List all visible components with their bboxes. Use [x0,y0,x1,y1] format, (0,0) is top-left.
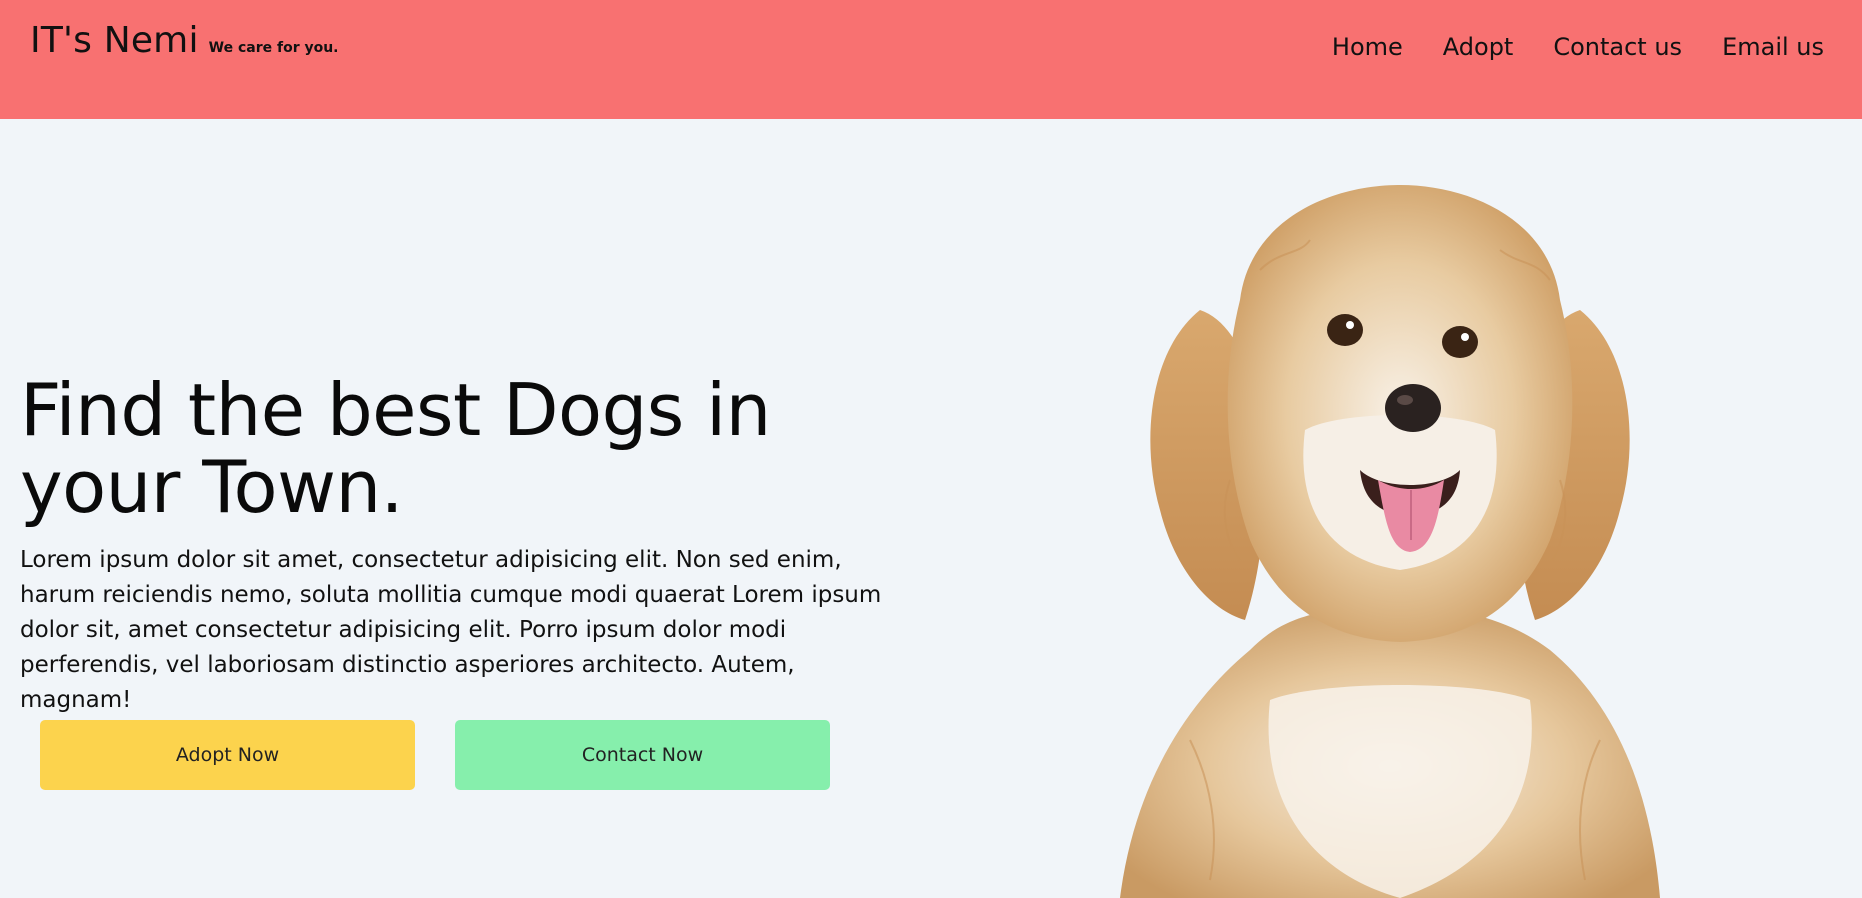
hero-text: Find the best Dogs in your Town. Lorem i… [20,372,920,718]
nav-email-link[interactable]: Email us [1722,33,1824,61]
brand-tagline: We care for you. [208,40,339,56]
brand[interactable]: IT's Nemi We care for you. [30,20,339,61]
hero-description: Lorem ipsum dolor sit amet, consectetur … [20,547,882,713]
brand-name[interactable]: IT's Nemi [30,20,199,61]
nav-contact-link[interactable]: Contact us [1553,33,1682,61]
navbar: IT's Nemi We care for you. Home Adopt Co… [0,0,1862,119]
nav-home-link[interactable]: Home [1332,33,1403,61]
dog-photo [1120,185,1660,898]
hero-title: Find the best Dogs in your Town. [20,368,771,529]
nav-links: Home Adopt Contact us Email us [1332,33,1824,61]
contact-now-button[interactable]: Contact Now [455,720,830,790]
nav-adopt-link[interactable]: Adopt [1443,33,1514,61]
adopt-now-button[interactable]: Adopt Now [40,720,415,790]
